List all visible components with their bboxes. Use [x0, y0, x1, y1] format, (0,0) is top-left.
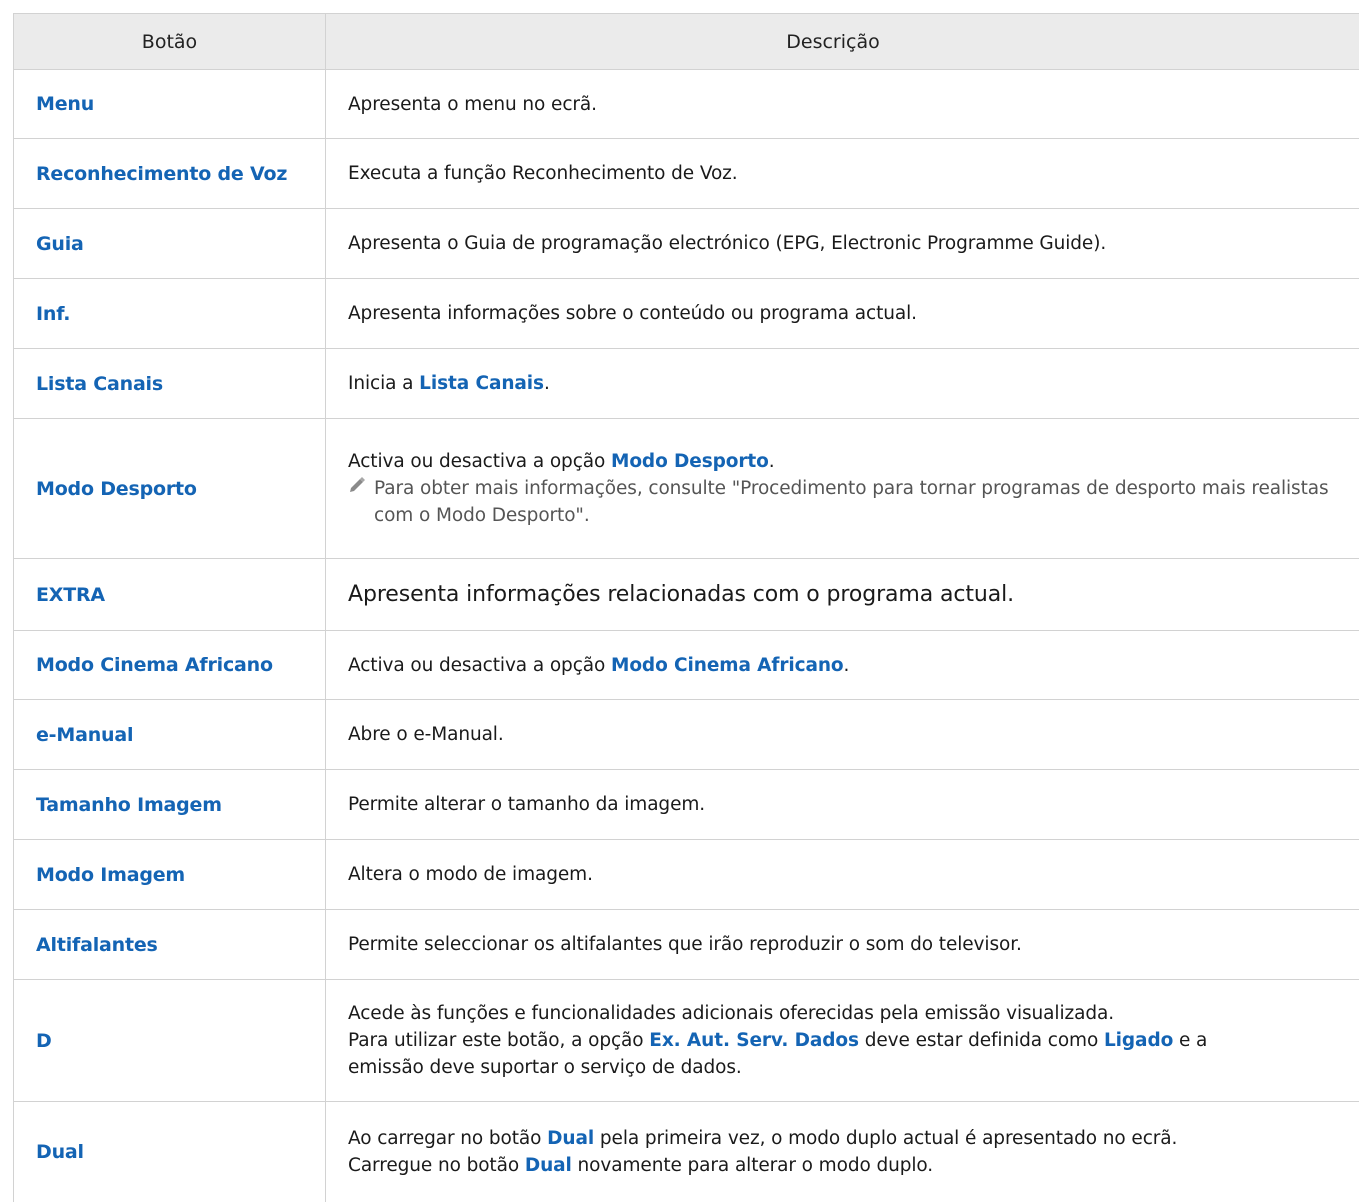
table-row: Altifalantes Permite seleccionar os alti…	[14, 910, 1359, 980]
menu-link[interactable]: Dual	[547, 1128, 594, 1149]
table-row: e-Manual Abre o e-Manual.	[14, 700, 1359, 770]
button-name[interactable]: D	[36, 1030, 52, 1052]
button-name[interactable]: Dual	[36, 1141, 84, 1163]
button-description: Para utilizar este botão, a opção Ex. Au…	[348, 1030, 1208, 1051]
button-name[interactable]: Modo Imagem	[36, 864, 185, 886]
button-name[interactable]: Menu	[36, 93, 94, 115]
menu-link[interactable]: Lista Canais	[419, 373, 544, 394]
button-table: Botão Descrição Menu Apresenta o menu no…	[13, 13, 1359, 1202]
button-description: emissão deve suportar o serviço de dados…	[348, 1057, 742, 1078]
button-name[interactable]: Guia	[36, 233, 84, 255]
table-row: EXTRA Apresenta informações relacionadas…	[14, 559, 1359, 631]
button-name[interactable]: Lista Canais	[36, 373, 163, 395]
button-description: Altera o modo de imagem.	[348, 864, 593, 885]
header-description-col: Descrição	[786, 30, 880, 53]
note: Para obter mais informações, consulte "P…	[348, 475, 1340, 529]
button-name[interactable]: Tamanho Imagem	[36, 794, 222, 816]
button-name[interactable]: Modo Cinema Africano	[36, 654, 273, 676]
button-description: Apresenta o Guia de programação electrón…	[348, 233, 1107, 254]
note-text: Para obter mais informações, consulte "P…	[374, 478, 1329, 526]
menu-link[interactable]: Dual	[525, 1155, 572, 1176]
button-description: Activa ou desactiva a opção Modo Desport…	[348, 451, 775, 472]
button-description: Ao carregar no botão Dual pela primeira …	[348, 1128, 1178, 1149]
button-description: Executa a função Reconhecimento de Voz.	[348, 163, 738, 184]
pencil-icon	[348, 475, 374, 502]
button-description: Permite seleccionar os altifalantes que …	[348, 934, 1022, 955]
button-name[interactable]: Inf.	[36, 303, 70, 325]
button-name[interactable]: EXTRA	[36, 584, 105, 606]
table-row: Modo Imagem Altera o modo de imagem.	[14, 840, 1359, 910]
table-row: D Acede às funções e funcionalidades adi…	[14, 980, 1359, 1102]
table-row: Lista Canais Inicia a Lista Canais.	[14, 349, 1359, 419]
button-description: Permite alterar o tamanho da imagem.	[348, 794, 706, 815]
button-description: Apresenta informações sobre o conteúdo o…	[348, 303, 917, 324]
button-description: Abre o e-Manual.	[348, 724, 504, 745]
button-description: Activa ou desactiva a opção Modo Cinema …	[348, 654, 850, 676]
table-row: Guia Apresenta o Guia de programação ele…	[14, 209, 1359, 279]
menu-link[interactable]: Modo Cinema Africano	[611, 655, 844, 676]
menu-link[interactable]: Ex. Aut. Serv. Dados	[649, 1030, 859, 1051]
button-name[interactable]: e-Manual	[36, 724, 133, 746]
button-name[interactable]: Modo Desporto	[36, 478, 197, 500]
table-row: Modo Cinema Africano Activa ou desactiva…	[14, 631, 1359, 700]
table-row: Dual Ao carregar no botão Dual pela prim…	[14, 1102, 1359, 1202]
button-description: Acede às funções e funcionalidades adici…	[348, 1003, 1115, 1024]
menu-link[interactable]: Modo Desporto	[611, 451, 769, 472]
table-header: Botão Descrição	[14, 14, 1359, 70]
menu-link[interactable]: Ligado	[1104, 1030, 1173, 1051]
table-row: Tamanho Imagem Permite alterar o tamanho…	[14, 770, 1359, 840]
table-row: Inf. Apresenta informações sobre o conte…	[14, 279, 1359, 349]
table-row: Reconhecimento de Voz Executa a função R…	[14, 139, 1359, 209]
button-name[interactable]: Altifalantes	[36, 934, 158, 956]
button-description: Inicia a Lista Canais.	[348, 373, 550, 394]
table-row: Modo Desporto Activa ou desactiva a opçã…	[14, 419, 1359, 559]
header-button-col: Botão	[14, 14, 326, 69]
button-description: Carregue no botão Dual novamente para al…	[348, 1155, 934, 1176]
button-name[interactable]: Reconhecimento de Voz	[36, 163, 287, 185]
button-description: Apresenta informações relacionadas com o…	[348, 582, 1015, 607]
table-row: Menu Apresenta o menu no ecrã.	[14, 70, 1359, 139]
button-description: Apresenta o menu no ecrã.	[348, 93, 597, 115]
